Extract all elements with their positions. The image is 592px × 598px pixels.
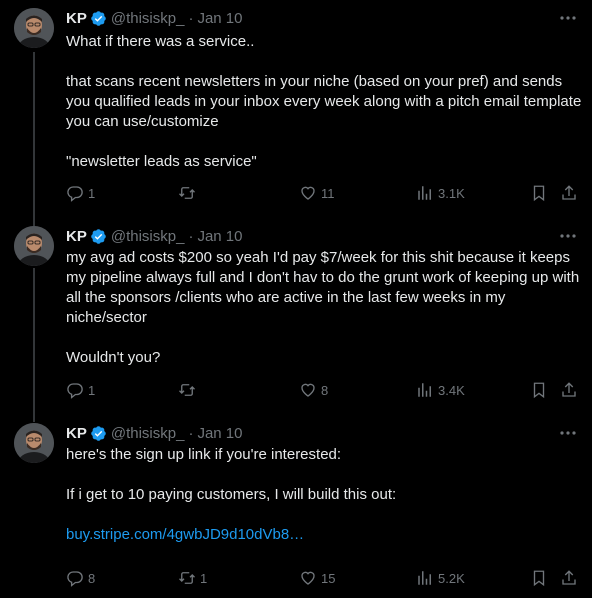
reply-button[interactable]: 1 (66, 380, 95, 400)
action-bar: 8 1 15 5.2K (66, 568, 582, 588)
verified-badge-icon (90, 10, 107, 27)
share-button[interactable] (560, 380, 578, 400)
repost-icon (179, 572, 195, 584)
views-button[interactable]: 5.2K (416, 568, 465, 588)
separator: · (188, 9, 194, 27)
share-button[interactable] (560, 568, 578, 588)
author-handle[interactable]: @thisiskp_ (111, 10, 185, 27)
author-handle[interactable]: @thisiskp_ (111, 228, 185, 245)
tweet-header: KP @thisiskp_ · Jan 10 (66, 226, 242, 246)
verified-badge-icon (90, 228, 107, 245)
more-options-icon[interactable] (558, 10, 578, 26)
tweet-date[interactable]: Jan 10 (197, 228, 242, 245)
more-options-icon[interactable] (558, 425, 578, 441)
view-count: 5.2K (438, 570, 465, 586)
heart-icon (301, 383, 315, 397)
view-count: 3.1K (438, 185, 465, 201)
bookmark-icon (533, 570, 545, 587)
tweet-paragraph: What if there was a service.. (66, 33, 255, 50)
avatar[interactable] (14, 226, 54, 266)
like-count: 8 (321, 382, 329, 398)
repost-count: 1 (200, 570, 208, 586)
author-name[interactable]: KP (66, 228, 87, 245)
verified-badge-icon (90, 425, 107, 442)
share-icon (562, 382, 576, 397)
views-button[interactable]: 3.4K (416, 380, 465, 400)
heart-icon (301, 186, 315, 200)
author-name[interactable]: KP (66, 10, 87, 27)
action-bar: 1 11 3.1K (66, 183, 582, 203)
repost-icon (179, 187, 195, 199)
views-icon (418, 383, 431, 397)
reply-count: 1 (88, 382, 96, 398)
bookmark-button[interactable] (530, 568, 548, 588)
repost-button[interactable] (178, 380, 200, 400)
tweet-date[interactable]: Jan 10 (197, 10, 242, 27)
bookmark-icon (533, 382, 545, 399)
bookmark-icon (533, 185, 545, 202)
share-icon (562, 570, 576, 585)
more-options-icon[interactable] (558, 228, 578, 244)
reply-icon (67, 571, 83, 587)
view-count: 3.4K (438, 382, 465, 398)
repost-button[interactable] (178, 183, 200, 203)
reply-icon (67, 186, 83, 202)
repost-button[interactable]: 1 (178, 568, 207, 588)
avatar[interactable] (14, 423, 54, 463)
tweet[interactable]: KP @thisiskp_ · Jan 10 What if there was… (0, 8, 592, 208)
like-count: 15 (321, 570, 336, 586)
like-button[interactable]: 8 (299, 380, 328, 400)
action-bar: 1 8 3.4K (66, 380, 582, 400)
tweet[interactable]: KP @thisiskp_ · Jan 10 here's the sign u… (0, 423, 592, 593)
tweet-paragraph: "newsletter leads as service" (66, 153, 257, 170)
reply-button[interactable]: 8 (66, 568, 95, 588)
tweet-date[interactable]: Jan 10 (197, 425, 242, 442)
like-button[interactable]: 15 (299, 568, 335, 588)
like-count: 11 (321, 185, 335, 201)
tweet-header: KP @thisiskp_ · Jan 10 (66, 423, 242, 443)
reply-count: 8 (88, 570, 96, 586)
tweet-header: KP @thisiskp_ · Jan 10 (66, 8, 242, 28)
author-name[interactable]: KP (66, 425, 87, 442)
stripe-link[interactable]: buy.stripe.com/4gwbJD9d10dVb8… (66, 526, 304, 543)
reply-icon (67, 383, 83, 399)
heart-icon (301, 571, 315, 585)
separator: · (188, 424, 194, 442)
share-button[interactable] (560, 183, 578, 203)
tweet-text: here's the sign up link if you're intere… (66, 445, 582, 545)
bookmark-button[interactable] (530, 183, 548, 203)
repost-icon (179, 384, 195, 396)
reply-button[interactable]: 1 (66, 183, 95, 203)
reply-count: 1 (88, 185, 96, 201)
share-icon (562, 185, 576, 200)
tweet-paragraph: Wouldn't you? (66, 349, 161, 366)
views-icon (418, 571, 431, 585)
tweet-paragraph: my avg ad costs $200 so yeah I'd pay $7/… (66, 249, 580, 326)
views-button[interactable]: 3.1K (416, 183, 465, 203)
tweet-text: What if there was a service.. that scans… (66, 32, 582, 172)
avatar[interactable] (14, 8, 54, 48)
tweet-paragraph: that scans recent newsletters in your ni… (66, 73, 582, 130)
bookmark-button[interactable] (530, 380, 548, 400)
tweet-paragraph: here's the sign up link if you're intere… (66, 446, 342, 463)
author-handle[interactable]: @thisiskp_ (111, 425, 185, 442)
views-icon (418, 186, 431, 200)
separator: · (188, 227, 194, 245)
tweet-paragraph: If i get to 10 paying customers, I will … (66, 486, 397, 503)
tweet-text: my avg ad costs $200 so yeah I'd pay $7/… (66, 248, 582, 368)
like-button[interactable]: 11 (299, 183, 335, 203)
tweet[interactable]: KP @thisiskp_ · Jan 10 my avg ad costs $… (0, 226, 592, 416)
